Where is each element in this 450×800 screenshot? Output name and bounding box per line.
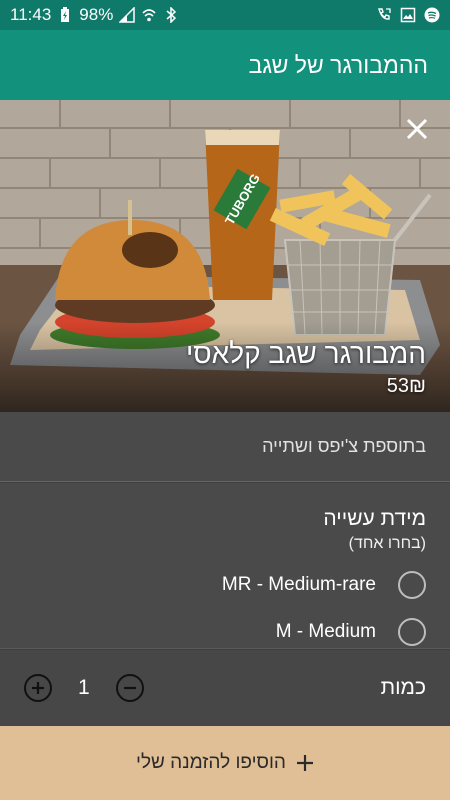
status-left: 11:43 98% <box>10 5 179 25</box>
quantity-value: 1 <box>78 676 90 699</box>
bluetooth-icon <box>163 7 179 23</box>
add-to-order-button[interactable]: הוסיפו להזמנה שלי <box>0 726 450 800</box>
status-battery: 98% <box>79 5 114 24</box>
option-medium-rare[interactable]: MR - Medium-rare <box>0 563 450 607</box>
decrement-button[interactable] <box>115 674 144 702</box>
minus-icon <box>123 686 136 690</box>
option-label: M - Medium <box>275 621 376 642</box>
option-medium[interactable]: M - Medium <box>0 610 450 654</box>
signal-icon <box>119 7 136 23</box>
status-time: 11:43 <box>10 5 52 24</box>
doneness-title: מידת עשייה <box>323 507 426 530</box>
item-hero-image: TUBORG המבורגר שגב קלאסי 53₪ <box>0 100 450 412</box>
item-name: המבורגר שגב קלאסי <box>186 338 426 369</box>
radio-button[interactable] <box>398 618 426 646</box>
item-price: 53₪ <box>386 375 426 397</box>
battery-charging-icon <box>57 7 73 23</box>
doneness-subtitle: (בחרו אחד) <box>348 535 426 552</box>
app-title: ההמבורגר של שגב <box>248 51 428 78</box>
close-button[interactable] <box>402 114 432 144</box>
plus-icon <box>296 755 313 771</box>
status-bar: 11:43 98% <box>0 0 450 30</box>
add-to-order-label: הוסיפו להזמנה שלי <box>136 752 286 773</box>
doneness-section: מידת עשייה (בחרו אחד) MR - Medium-rare M… <box>0 483 450 649</box>
option-label: MR - Medium-rare <box>221 574 376 595</box>
quantity-label: כמות <box>380 676 426 699</box>
close-icon <box>406 118 428 140</box>
radio-button[interactable] <box>398 571 426 599</box>
item-description: בתוספת צ'יפס ושתייה <box>262 436 426 456</box>
status-right <box>376 7 440 23</box>
increment-button[interactable] <box>24 674 52 702</box>
quantity-row: 1 כמות <box>0 650 450 726</box>
quantity-stepper: 1 <box>24 674 144 702</box>
item-description-panel: בתוספת צ'יפס ושתייה <box>0 412 450 482</box>
call-icon <box>376 7 392 23</box>
image-icon <box>400 7 416 23</box>
wifi-icon <box>141 7 157 23</box>
app-bar: ההמבורגר של שגב <box>0 30 450 100</box>
spotify-icon <box>424 7 440 23</box>
plus-icon <box>32 682 44 694</box>
